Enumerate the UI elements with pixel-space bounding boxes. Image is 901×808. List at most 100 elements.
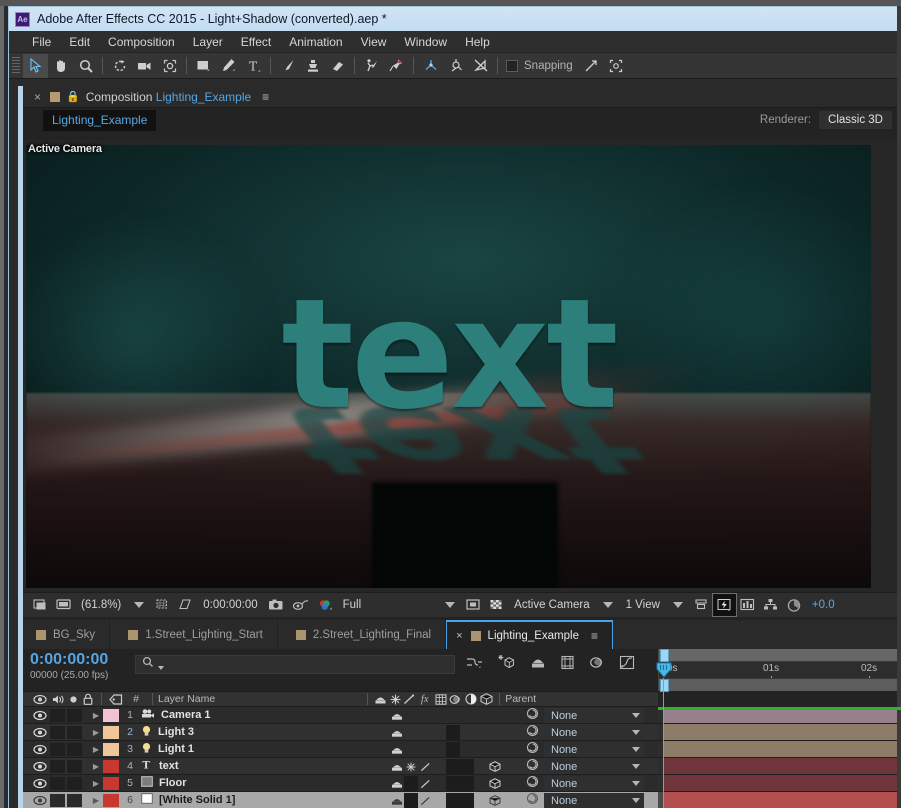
layer-audio-toggle[interactable] (50, 759, 65, 773)
eraser-tool[interactable] (325, 54, 350, 78)
hide-shy-layers-button[interactable] (530, 655, 546, 675)
layer-solo-toggle[interactable] (67, 793, 82, 807)
layer-audio-toggle[interactable] (50, 776, 65, 790)
effects-switch[interactable] (432, 742, 446, 757)
table-row[interactable]: ▶ 1 Camera 1 None (18, 707, 658, 724)
layer-video-toggle[interactable] (30, 758, 50, 775)
frame-blend-switch[interactable] (446, 759, 460, 774)
shy-switch[interactable] (390, 708, 404, 723)
close-icon[interactable]: × (456, 630, 462, 642)
timeline-flowchart-button[interactable] (759, 594, 782, 616)
layer-solo-toggle[interactable] (67, 776, 82, 790)
layer-label-color[interactable] (103, 793, 119, 807)
layer-name[interactable]: Camera 1 (141, 708, 211, 722)
parent-dropdown[interactable]: None (544, 708, 644, 723)
frame-blend-switch[interactable] (446, 742, 460, 757)
table-row[interactable]: ▶ 4 T text None (18, 758, 658, 775)
composition-canvas[interactable]: text text (26, 145, 871, 588)
parent-pickwhip-icon[interactable] (526, 775, 539, 793)
layer-solo-toggle[interactable] (67, 725, 82, 739)
shy-switch[interactable] (390, 793, 404, 808)
work-area-start-handle[interactable] (660, 649, 669, 662)
layer-video-toggle[interactable] (30, 741, 50, 758)
layer-label-color[interactable] (103, 776, 119, 790)
composition-breadcrumb-chip[interactable]: Lighting_Example (43, 109, 157, 131)
layer-expand-triangle[interactable]: ▶ (89, 741, 103, 758)
timeline-track-area[interactable] (658, 707, 901, 808)
threed-switch[interactable] (488, 759, 502, 774)
effects-switch[interactable] (432, 708, 446, 723)
layer-audio-toggle[interactable] (50, 793, 65, 807)
main-viewer-button[interactable] (52, 594, 75, 616)
quality-switch[interactable] (418, 708, 432, 723)
timeline-tab-lighting-example[interactable]: × Lighting_Example ≡ (446, 620, 613, 649)
timeline-ruler[interactable]: 0s 01s 02s (658, 649, 901, 692)
menu-edit[interactable]: Edit (60, 32, 99, 52)
enable-motion-blur-button[interactable] (589, 655, 605, 675)
take-snapshot-button[interactable] (264, 594, 288, 616)
frame-blend-switch[interactable] (446, 708, 460, 723)
motion-blur-switch[interactable] (460, 793, 474, 808)
layer-solo-toggle[interactable] (67, 708, 82, 722)
brush-tool[interactable] (275, 54, 300, 78)
layer-duration-bar[interactable] (663, 741, 901, 757)
layer-audio-toggle[interactable] (50, 742, 65, 756)
close-icon[interactable]: × (31, 90, 44, 104)
frame-blend-switch[interactable] (446, 725, 460, 740)
zoom-tool[interactable] (73, 54, 98, 78)
panel-menu-icon[interactable]: ≡ (591, 629, 598, 643)
adjustment-switch[interactable] (474, 725, 488, 740)
panel-menu-icon[interactable]: ≡ (262, 90, 269, 104)
layer-solo-toggle[interactable] (67, 742, 82, 756)
reset-exposure-button[interactable] (782, 594, 806, 616)
toggle-mask-and-shape-paths-button[interactable] (174, 594, 197, 616)
quality-switch[interactable] (418, 725, 432, 740)
menu-effect[interactable]: Effect (232, 32, 280, 52)
shape-tool[interactable] (191, 54, 216, 78)
work-area-bar[interactable] (659, 649, 901, 662)
view-layout-dropdown-caret[interactable] (672, 602, 683, 608)
table-row[interactable]: ▶ 5 Floor None (18, 775, 658, 792)
current-time-indicator[interactable] (656, 662, 672, 678)
layer-expand-triangle[interactable]: ▶ (89, 707, 103, 724)
pixel-aspect-correction-button[interactable] (690, 594, 713, 616)
collapse-switch[interactable] (404, 759, 418, 774)
layer-video-toggle[interactable] (30, 724, 50, 741)
parent-pickwhip-icon[interactable] (526, 741, 539, 759)
parent-dropdown[interactable]: None (544, 776, 644, 791)
quality-switch[interactable] (418, 776, 432, 791)
show-channel-button[interactable] (313, 594, 337, 616)
view-mode-dropdown-caret[interactable] (602, 602, 613, 608)
menu-help[interactable]: Help (456, 32, 499, 52)
layer-name[interactable]: Light 3 (141, 725, 194, 740)
resolution-value[interactable]: Full (337, 599, 368, 611)
layer-duration-bar[interactable] (663, 758, 901, 774)
renderer-value-button[interactable]: Classic 3D (819, 111, 892, 129)
layer-video-toggle[interactable] (30, 775, 50, 792)
adjustment-switch[interactable] (474, 742, 488, 757)
choose-grid-and-guide-options-button[interactable] (151, 594, 174, 616)
collapse-switch[interactable] (404, 793, 418, 808)
view-layout-value[interactable]: 1 View (620, 599, 666, 611)
parent-pickwhip-icon[interactable] (526, 792, 539, 808)
camera-tool[interactable] (132, 54, 157, 78)
magnification-dropdown-caret[interactable] (134, 602, 145, 608)
fast-previews-button[interactable] (711, 593, 737, 617)
collapse-switch[interactable] (404, 742, 418, 757)
menu-layer[interactable]: Layer (184, 32, 232, 52)
motion-blur-switch[interactable] (460, 708, 474, 723)
layer-expand-triangle[interactable]: ▶ (89, 724, 103, 741)
parent-pickwhip-icon[interactable] (526, 724, 539, 742)
layer-video-toggle[interactable] (30, 792, 50, 808)
world-axis-mode[interactable] (443, 54, 468, 78)
shy-switch[interactable] (390, 725, 404, 740)
lock-icon[interactable]: 🔒 (66, 90, 80, 103)
parent-pickwhip-icon[interactable] (526, 707, 539, 725)
timeline-tab-street-lighting-final[interactable]: 2.Street_Lighting_Final (277, 620, 447, 649)
parent-pickwhip-icon[interactable] (526, 758, 539, 776)
pan-behind-tool[interactable] (157, 54, 182, 78)
layer-expand-triangle[interactable]: ▶ (89, 758, 103, 775)
effects-switch[interactable] (432, 776, 446, 791)
menu-animation[interactable]: Animation (280, 32, 351, 52)
snap-arrow-icon[interactable] (579, 54, 604, 78)
